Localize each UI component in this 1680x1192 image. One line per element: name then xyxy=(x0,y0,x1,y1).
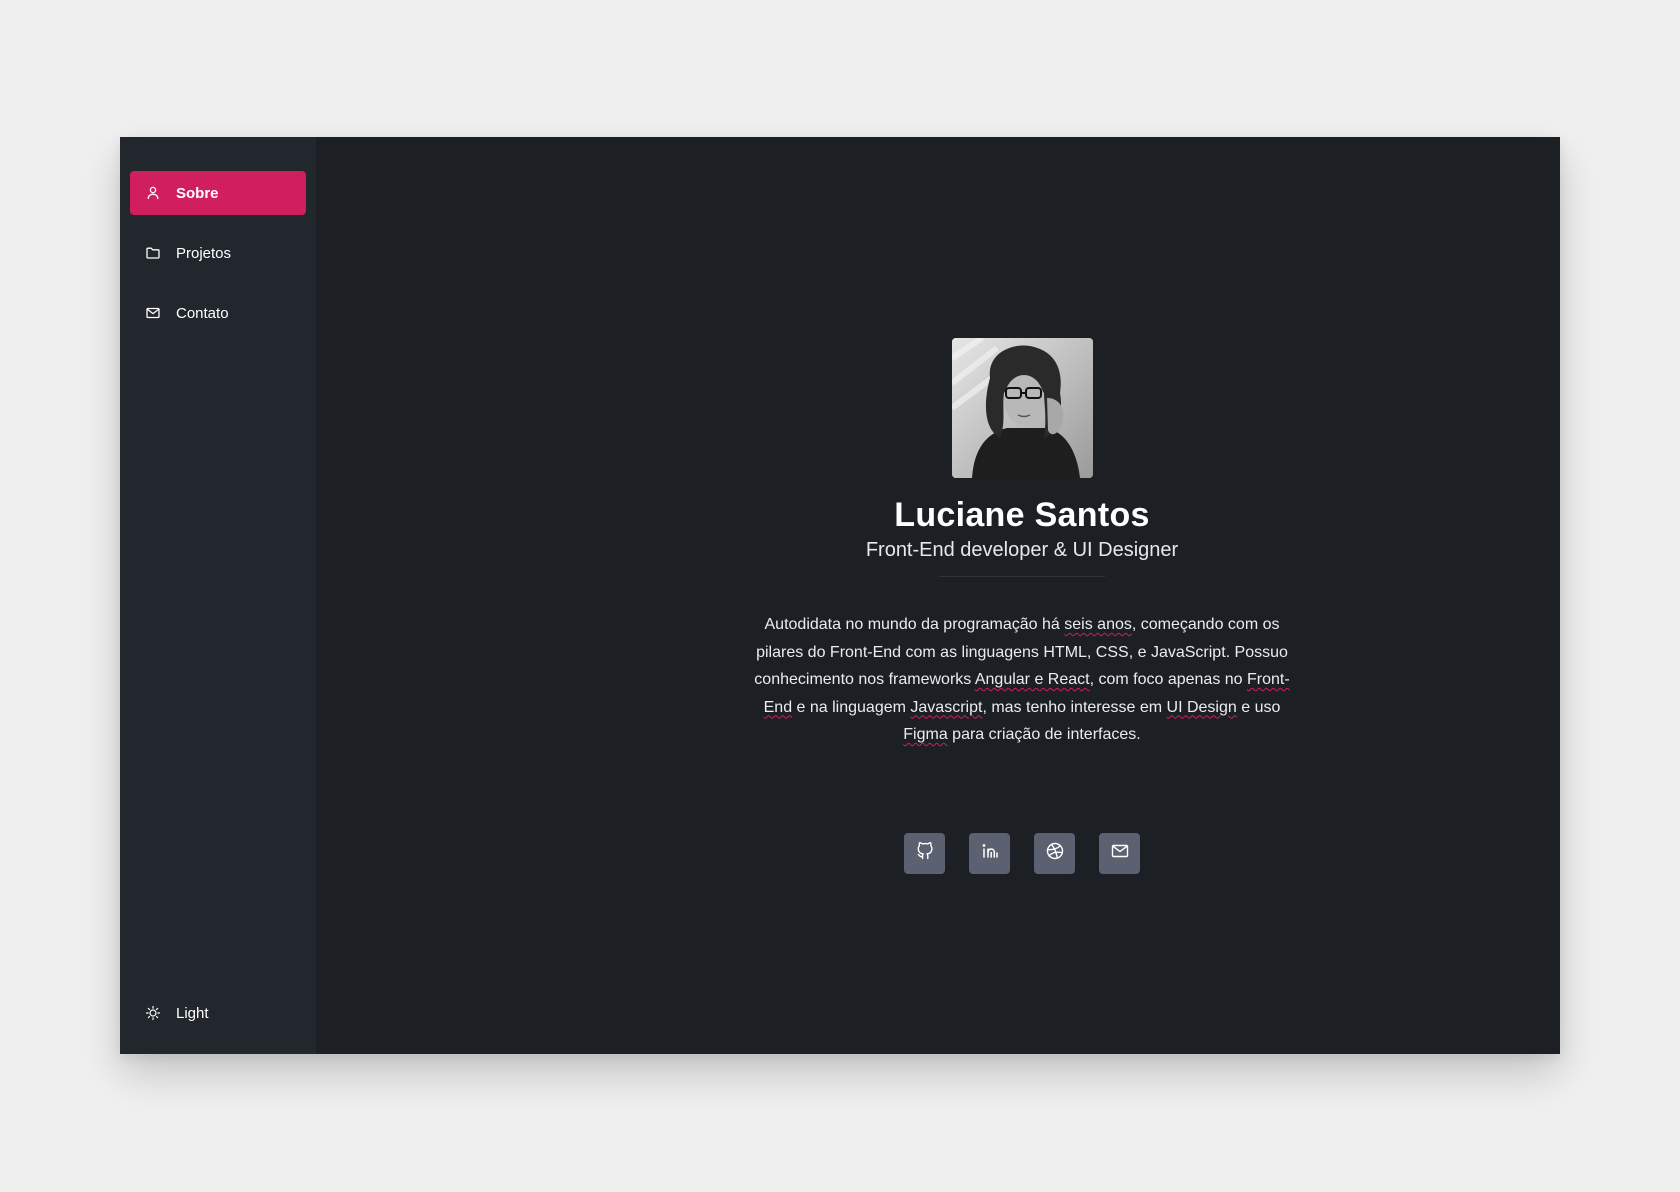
linkedin-icon xyxy=(980,841,1000,866)
bio-text: e uso xyxy=(1236,698,1281,716)
bio-text: Autodidata no mundo da programação há xyxy=(764,616,1065,633)
bio-text: , com foco apenas no xyxy=(1089,671,1248,688)
dribbble-button[interactable] xyxy=(1034,832,1075,874)
sidebar-item-label: Sobre xyxy=(176,184,219,202)
sidebar-item-sobre[interactable]: Sobre xyxy=(130,171,306,215)
bio-text: Javascript xyxy=(910,698,983,716)
profile-section: Luciane Santos Front-End developer & UI … xyxy=(316,338,1560,874)
profile-role: Front-End developer & UI Designer xyxy=(865,539,1179,561)
email-button[interactable] xyxy=(1099,832,1140,874)
dribbble-icon xyxy=(1045,841,1065,866)
sidebar-item-label: Projetos xyxy=(176,244,232,262)
app-window: Sobre Projetos Contato Light Luciane San… xyxy=(120,137,1560,1054)
github-button[interactable] xyxy=(904,832,945,874)
folder-icon xyxy=(145,245,161,261)
bio-text: , mas tenho interesse em xyxy=(982,698,1167,716)
theme-toggle-label: Light xyxy=(176,1004,209,1022)
divider xyxy=(939,576,1105,577)
mail-icon xyxy=(1110,841,1130,866)
sidebar-item-label: Contato xyxy=(176,304,229,322)
profile-bio: Autodidata no mundo da programação há se… xyxy=(749,611,1295,749)
avatar xyxy=(951,338,1093,478)
bio-text: seis anos xyxy=(1064,616,1132,633)
mail-icon xyxy=(145,305,161,321)
bio-text: UI Design xyxy=(1166,698,1237,716)
github-icon xyxy=(915,841,935,866)
sidebar-item-projetos[interactable]: Projetos xyxy=(130,231,306,275)
bio-text: Angular e React xyxy=(974,671,1090,688)
social-links xyxy=(904,832,1140,874)
user-icon xyxy=(145,185,161,201)
sun-icon xyxy=(145,1005,161,1021)
sidebar-item-contato[interactable]: Contato xyxy=(130,291,306,335)
linkedin-button[interactable] xyxy=(969,832,1010,874)
bio-text: Figma xyxy=(903,726,948,743)
bio-text: para criação de interfaces. xyxy=(947,726,1141,743)
profile-name: Luciane Santos xyxy=(894,496,1150,534)
bio-text: e na linguagem xyxy=(792,698,911,716)
theme-toggle[interactable]: Light xyxy=(130,998,209,1028)
main-content: Luciane Santos Front-End developer & UI … xyxy=(316,137,1560,1054)
sidebar: Sobre Projetos Contato Light xyxy=(120,137,316,1054)
